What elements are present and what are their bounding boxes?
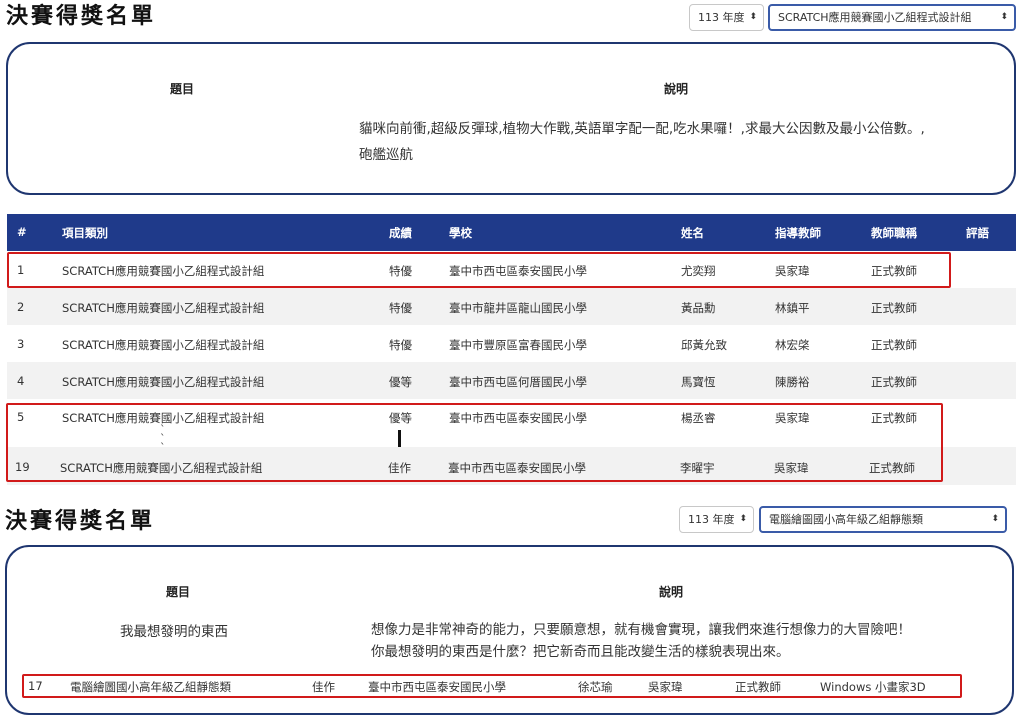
description-header: 說明 xyxy=(659,585,684,599)
col-teacher: 指導教師 xyxy=(775,226,821,240)
cell-name: 邱黃允致 xyxy=(681,338,727,352)
cell-school: 臺中市龍井區龍山國民小學 xyxy=(449,301,587,315)
cell-school: 臺中市豐原區富春國民小學 xyxy=(449,338,587,352)
topic-header: 題目 xyxy=(170,82,195,96)
cell-num: 3 xyxy=(17,337,25,351)
col-comment: 評語 xyxy=(966,226,989,240)
chevron-updown-icon: ⬍ xyxy=(739,514,747,524)
cell-category: SCRATCH應用競賽國小乙組程式設計組 xyxy=(62,301,265,315)
year-select-value: 113 年度 xyxy=(688,513,735,526)
description-line: 砲艦巡航 xyxy=(359,147,413,163)
table-row: 2 SCRATCH應用競賽國小乙組程式設計組 特優 臺中市龍井區龍山國民小學 黃… xyxy=(7,288,1016,325)
cell-num: 4 xyxy=(17,374,25,388)
description-header: 說明 xyxy=(664,82,689,96)
cell-grade: 優等 xyxy=(389,375,412,389)
section1-heading: 決賽得獎名單 xyxy=(6,4,157,29)
year-select[interactable]: 113 年度 ⬍ xyxy=(689,4,764,31)
cell-teacher: 陳勝裕 xyxy=(775,375,810,389)
col-num: # xyxy=(17,225,27,239)
cell-name: 黃品勳 xyxy=(681,301,716,315)
description-line: 貓咪向前衝,超級反彈球,植物大作戰,英語單字配一配,吃水果囉！,求最大公因數及最… xyxy=(359,121,925,137)
description-line: 想像力是非常神奇的能力，只要願意想，就有機會實現，讓我們來進行想像力的大冒險吧！ xyxy=(371,622,911,638)
category-select-value: SCRATCH應用競賽國小乙組程式設計組 xyxy=(778,11,972,24)
col-category: 項目類別 xyxy=(62,226,108,240)
results-table-header: # 項目類別 成績 學校 姓名 指導教師 教師職稱 評語 xyxy=(7,214,1016,251)
table-row: 3 SCRATCH應用競賽國小乙組程式設計組 特優 臺中市豐原區富春國民小學 邱… xyxy=(7,325,1016,362)
highlight-box xyxy=(6,403,943,482)
chevron-updown-icon: ⬍ xyxy=(1000,12,1008,22)
cell-title: 正式教師 xyxy=(871,375,917,389)
description-text: 貓咪向前衝,超級反彈球,植物大作戰,英語單字配一配,吃水果囉！,求最大公因數及最… xyxy=(359,116,999,168)
description-text: 想像力是非常神奇的能力，只要願意想，就有機會實現，讓我們來進行想像力的大冒險吧！… xyxy=(371,619,1001,663)
highlight-box xyxy=(7,252,951,288)
year-select-value: 113 年度 xyxy=(698,11,745,24)
cell-title: 正式教師 xyxy=(871,338,917,352)
description-line: 你最想發明的東西是什麼？把它新奇而且能改變生活的樣貌表現出來。 xyxy=(371,644,790,660)
topic-text: 我最想發明的東西 xyxy=(120,624,228,640)
highlight-box xyxy=(22,674,962,698)
cell-num: 2 xyxy=(17,300,25,314)
cell-category: SCRATCH應用競賽國小乙組程式設計組 xyxy=(62,375,265,389)
chevron-updown-icon: ⬍ xyxy=(749,12,757,22)
cell-category: SCRATCH應用競賽國小乙組程式設計組 xyxy=(62,338,265,352)
cell-grade: 特優 xyxy=(389,301,412,315)
cell-name: 馬寶恆 xyxy=(681,375,716,389)
table-row: 4 SCRATCH應用競賽國小乙組程式設計組 優等 臺中市西屯區何厝國民小學 馬… xyxy=(7,362,1016,399)
year-select[interactable]: 113 年度 ⬍ xyxy=(679,506,754,533)
cell-school: 臺中市西屯區何厝國民小學 xyxy=(449,375,587,389)
col-title: 教師職稱 xyxy=(871,226,917,240)
col-grade: 成績 xyxy=(389,226,412,240)
col-school: 學校 xyxy=(449,226,472,240)
category-select-value: 電腦繪圖國小高年級乙組靜態類 xyxy=(769,513,923,526)
chevron-updown-icon: ⬍ xyxy=(991,514,999,524)
cell-title: 正式教師 xyxy=(871,301,917,315)
cell-teacher: 林鎮平 xyxy=(775,301,810,315)
section2-heading: 決賽得獎名單 xyxy=(5,509,156,534)
category-select[interactable]: SCRATCH應用競賽國小乙組程式設計組 ⬍ xyxy=(768,4,1016,31)
cell-grade: 特優 xyxy=(389,338,412,352)
topic-header: 題目 xyxy=(166,585,191,599)
cell-teacher: 林宏棨 xyxy=(775,338,810,352)
col-name: 姓名 xyxy=(681,226,704,240)
category-select[interactable]: 電腦繪圖國小高年級乙組靜態類 ⬍ xyxy=(759,506,1007,533)
